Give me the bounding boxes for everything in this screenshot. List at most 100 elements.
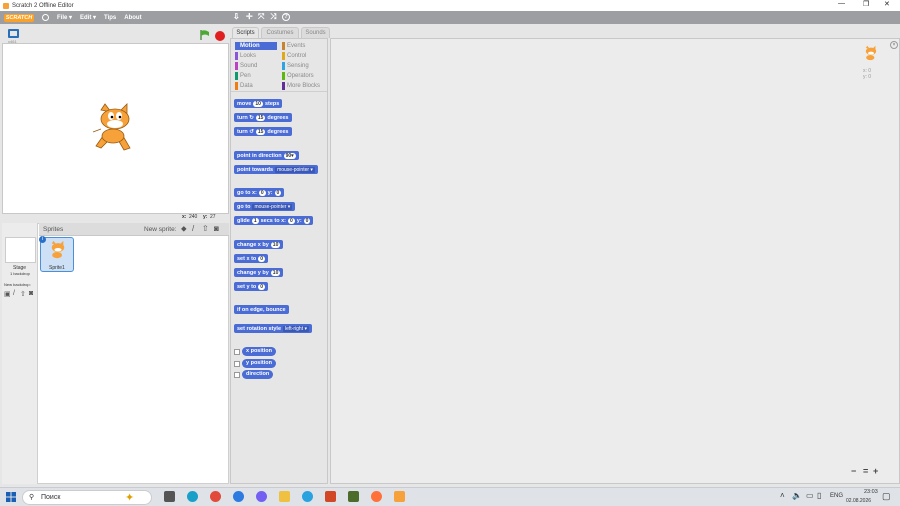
delete-icon[interactable]: ✛: [246, 12, 253, 21]
title-bar: Scratch 2 Offline Editor — ❐ ✕: [0, 0, 900, 11]
search-highlight-icon: ✦: [125, 492, 135, 504]
backdrop-paint-icon[interactable]: ▣: [4, 290, 11, 298]
block-move-steps[interactable]: move 10 steps: [234, 99, 283, 108]
menu-about[interactable]: About: [124, 15, 141, 21]
window-title: Scratch 2 Offline Editor: [12, 2, 74, 9]
backdrop-camera-icon[interactable]: ◙: [29, 290, 33, 297]
reporter-direction[interactable]: direction: [242, 370, 274, 379]
reporter-x-position[interactable]: x position: [242, 347, 276, 356]
battery-icon[interactable]: ▯: [817, 491, 821, 500]
close-button[interactable]: ✕: [884, 0, 890, 8]
category-control[interactable]: Control: [282, 52, 306, 60]
menu-tips[interactable]: Tips: [104, 15, 116, 21]
upload-sprite-icon[interactable]: ⇧: [202, 224, 209, 233]
new-sprite-label: New sprite:: [144, 226, 177, 233]
minimize-button[interactable]: —: [838, 0, 845, 7]
search-icon: ⚲: [29, 494, 35, 501]
stage-thumbnail[interactable]: [5, 237, 36, 263]
sprite-info-close-icon[interactable]: ×: [890, 41, 898, 49]
block-turn-right[interactable]: turn ↻ 15 degrees: [234, 113, 292, 122]
cat-sprite-icon[interactable]: [91, 102, 139, 156]
menu-file[interactable]: File ▾: [57, 14, 72, 21]
zoom-reset-button[interactable]: =: [863, 466, 868, 476]
sprites-header: Sprites New sprite: ⬥ / ⇧ ◙: [39, 223, 229, 236]
block-change-x[interactable]: change x by 10: [234, 240, 284, 249]
camera-sprite-icon[interactable]: ◙: [214, 224, 219, 233]
block-glide[interactable]: glide 1 secs to x: 0 y: 0: [234, 216, 314, 225]
block-set-x[interactable]: set x to 0: [234, 254, 269, 263]
sprite-thumbnail[interactable]: i Sprite1: [39, 236, 74, 272]
checkbox-y-position[interactable]: [234, 361, 240, 367]
firefox-browser-icon[interactable]: [371, 491, 382, 502]
zoom-in-button[interactable]: +: [873, 466, 878, 476]
windows-start-icon[interactable]: [6, 492, 16, 502]
telegram-app-icon[interactable]: [302, 491, 313, 502]
category-motion[interactable]: Motion: [235, 42, 277, 50]
edge-browser-icon[interactable]: [187, 491, 198, 502]
category-operators[interactable]: Operators: [282, 72, 314, 80]
tray-chevron-icon[interactable]: ˄: [780, 491, 785, 500]
category-sensing[interactable]: Sensing: [282, 62, 309, 70]
block-turn-left[interactable]: turn ↺ 15 degrees: [234, 127, 292, 136]
tab-scripts[interactable]: Scripts: [232, 27, 259, 38]
taskbar-search-box[interactable]: ⚲ Поиск ✦: [22, 490, 152, 505]
zoom-out-button[interactable]: −: [851, 466, 856, 476]
sprite-info-icon[interactable]: i: [39, 236, 46, 243]
green-flag-icon[interactable]: [199, 29, 211, 41]
block-go-to-xy[interactable]: go to x: 0 y: 0: [234, 188, 285, 197]
language-indicator[interactable]: ENG: [830, 493, 843, 499]
paint-sprite-icon[interactable]: /: [192, 224, 194, 233]
category-looks[interactable]: Looks: [235, 52, 256, 60]
backdrop-brush-icon[interactable]: /: [13, 290, 15, 297]
scratch-logo[interactable]: SCRATCH: [4, 13, 34, 22]
block-rotation-style[interactable]: set rotation style left-right ▾: [234, 324, 312, 333]
duplicate-icon[interactable]: ⇩: [233, 12, 240, 21]
scratch-taskbar-icon[interactable]: [394, 491, 405, 502]
block-change-y[interactable]: change y by 10: [234, 268, 284, 277]
minecraft-app-icon[interactable]: [348, 491, 359, 502]
presentation-mode-icon[interactable]: [8, 29, 19, 38]
chrome-browser-icon[interactable]: [210, 491, 221, 502]
network-icon[interactable]: ▭: [806, 491, 814, 500]
category-data[interactable]: Data: [235, 82, 253, 90]
tab-sounds[interactable]: Sounds: [301, 27, 330, 38]
category-sound[interactable]: Sound: [235, 62, 257, 70]
sprite-cat-icon: [51, 240, 65, 259]
stage-header: v461: [0, 24, 229, 44]
block-point-towards[interactable]: point towards mouse-pointer ▾: [234, 165, 318, 174]
shrink-icon[interactable]: ⤨: [270, 12, 276, 22]
block-point-in-direction[interactable]: point in direction 90▾: [234, 151, 299, 160]
clock-date[interactable]: 02.08.2026: [846, 498, 871, 504]
maximize-button[interactable]: ❐: [863, 0, 869, 8]
viber-app-icon[interactable]: [256, 491, 267, 502]
task-view-icon[interactable]: [164, 491, 175, 502]
clock-time[interactable]: 23:03: [864, 489, 878, 495]
checkbox-direction[interactable]: [234, 372, 240, 378]
help-icon[interactable]: ?: [282, 13, 290, 21]
file-explorer-icon[interactable]: [279, 491, 290, 502]
scripts-area[interactable]: x: 0 y: 0 − = +: [330, 38, 900, 484]
block-bounce[interactable]: if on edge, bounce: [234, 305, 289, 314]
checkbox-x-position[interactable]: [234, 349, 240, 355]
tab-costumes[interactable]: Costumes: [261, 27, 299, 38]
category-events[interactable]: Events: [282, 42, 305, 50]
category-more-blocks[interactable]: More Blocks: [282, 82, 320, 90]
sprite-library-icon[interactable]: ⬥: [181, 224, 187, 234]
volume-icon[interactable]: 🔈: [792, 491, 802, 500]
menu-edit[interactable]: Edit ▾: [80, 14, 96, 21]
reporter-y-position[interactable]: y position: [242, 359, 276, 368]
grow-icon[interactable]: ⤧: [258, 12, 264, 22]
language-globe-icon[interactable]: [42, 14, 49, 21]
notification-icon[interactable]: ▢: [882, 491, 891, 502]
stage-canvas[interactable]: [2, 43, 229, 214]
stop-sign-icon[interactable]: [215, 31, 225, 41]
menu-bar: SCRATCH File ▾ Edit ▾ Tips About: [0, 11, 900, 24]
block-set-y[interactable]: set y to 0: [234, 282, 269, 291]
block-go-to[interactable]: go to mouse-pointer ▾: [234, 202, 296, 211]
backdrop-upload-icon[interactable]: ⇧: [20, 290, 26, 298]
powerpoint-app-icon[interactable]: [325, 491, 336, 502]
category-pen[interactable]: Pen: [235, 72, 251, 80]
mouse-y-value: 27: [210, 214, 216, 220]
zoom-app-icon[interactable]: [233, 491, 244, 502]
stage-coordinates: x: 240 y: 27: [0, 213, 229, 222]
